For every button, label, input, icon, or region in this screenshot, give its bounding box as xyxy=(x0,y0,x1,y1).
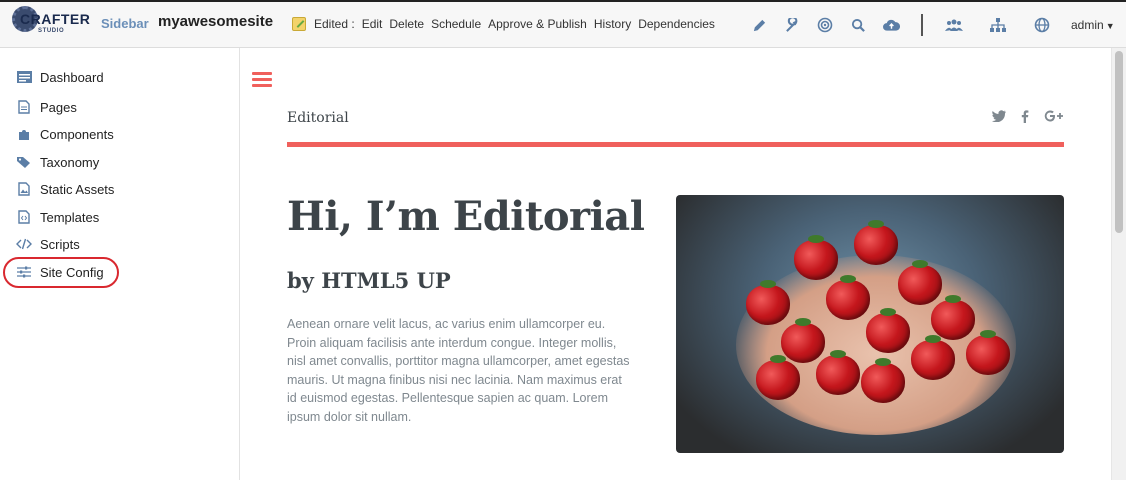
edit-action[interactable]: Edit xyxy=(362,17,383,31)
sidebar-toggle-link[interactable]: Sidebar xyxy=(101,16,149,31)
dashboard-icon xyxy=(16,70,32,84)
sidebar-item-components[interactable]: Components xyxy=(16,122,114,146)
approve-publish-action[interactable]: Approve & Publish xyxy=(488,17,587,31)
history-action[interactable]: History xyxy=(594,17,631,31)
cloud-upload-icon[interactable] xyxy=(880,14,902,36)
caret-down-icon: ▼ xyxy=(1105,21,1115,31)
user-menu[interactable]: admin ▼ xyxy=(1071,18,1115,32)
sidebar-item-label: Components xyxy=(40,126,114,142)
logo-text: CRAFTER xyxy=(20,11,91,27)
wrench-icon[interactable] xyxy=(781,14,803,36)
logo-subtext: STUDIO xyxy=(38,28,65,34)
hero-headline: Hi, I’m Editorial xyxy=(287,193,645,240)
top-bar: CRAFTER STUDIO Sidebar myawesomesite Edi… xyxy=(0,0,1126,48)
user-name: admin xyxy=(1071,18,1104,32)
sidebar-item-label: Taxonomy xyxy=(40,154,100,170)
users-icon[interactable] xyxy=(943,14,965,36)
page-icon xyxy=(16,100,32,114)
site-name[interactable]: myawesomesite xyxy=(158,13,273,30)
code-file-icon xyxy=(16,210,32,224)
toolbar-icons xyxy=(748,14,1064,36)
sidebar-item-label: Pages xyxy=(40,99,77,115)
pencil-icon[interactable] xyxy=(748,14,770,36)
scrollbar-thumb[interactable] xyxy=(1115,51,1123,233)
google-plus-icon[interactable] xyxy=(1044,110,1064,125)
edited-page-icon xyxy=(292,17,306,31)
sidebar-item-label: Dashboard xyxy=(40,69,104,85)
strawberries-image xyxy=(676,195,1064,453)
facebook-icon[interactable] xyxy=(1021,110,1029,126)
sidebar-item-pages[interactable]: Pages xyxy=(16,95,77,119)
sidebar-item-label: Static Assets xyxy=(40,181,115,197)
sitemap-icon[interactable] xyxy=(987,14,1009,36)
search-icon[interactable] xyxy=(847,14,869,36)
hero-subheadline: by HTML5 UP xyxy=(287,268,451,293)
sidebar-item-scripts[interactable]: Scripts xyxy=(16,232,80,256)
hamburger-menu-icon[interactable] xyxy=(252,72,272,88)
sidebar-item-label: Templates xyxy=(40,209,100,225)
page-actions: Edited : Edit Delete Schedule Approve & … xyxy=(292,17,722,31)
site-config-highlight-ring xyxy=(3,257,119,288)
tags-icon xyxy=(16,155,32,169)
globe-icon[interactable] xyxy=(1031,14,1053,36)
target-icon[interactable] xyxy=(814,14,836,36)
header-divider xyxy=(287,142,1064,147)
dependencies-action[interactable]: Dependencies xyxy=(638,17,715,31)
sidebar-item-static-assets[interactable]: Static Assets xyxy=(16,177,114,201)
toolbar-divider xyxy=(921,14,923,36)
sidebar: Dashboard Pages Components Taxonomy Stat… xyxy=(0,48,240,480)
hero-body-text: Aenean ornare velit lacus, ac varius eni… xyxy=(287,317,630,424)
preview-site-title[interactable]: Editorial xyxy=(287,110,349,126)
delete-action[interactable]: Delete xyxy=(389,17,424,31)
twitter-icon[interactable] xyxy=(992,110,1006,125)
image-file-icon xyxy=(16,182,32,196)
puzzle-icon xyxy=(16,127,32,141)
crafter-logo[interactable]: CRAFTER STUDIO xyxy=(12,4,90,46)
sidebar-item-label: Scripts xyxy=(40,236,80,252)
sidebar-item-taxonomy[interactable]: Taxonomy xyxy=(16,150,99,174)
code-icon xyxy=(16,237,32,251)
page-status: Edited : xyxy=(314,17,355,31)
sidebar-item-dashboard[interactable]: Dashboard xyxy=(16,65,104,89)
schedule-action[interactable]: Schedule xyxy=(431,17,481,31)
vertical-scrollbar[interactable] xyxy=(1111,48,1126,480)
sidebar-item-templates[interactable]: Templates xyxy=(16,205,99,229)
